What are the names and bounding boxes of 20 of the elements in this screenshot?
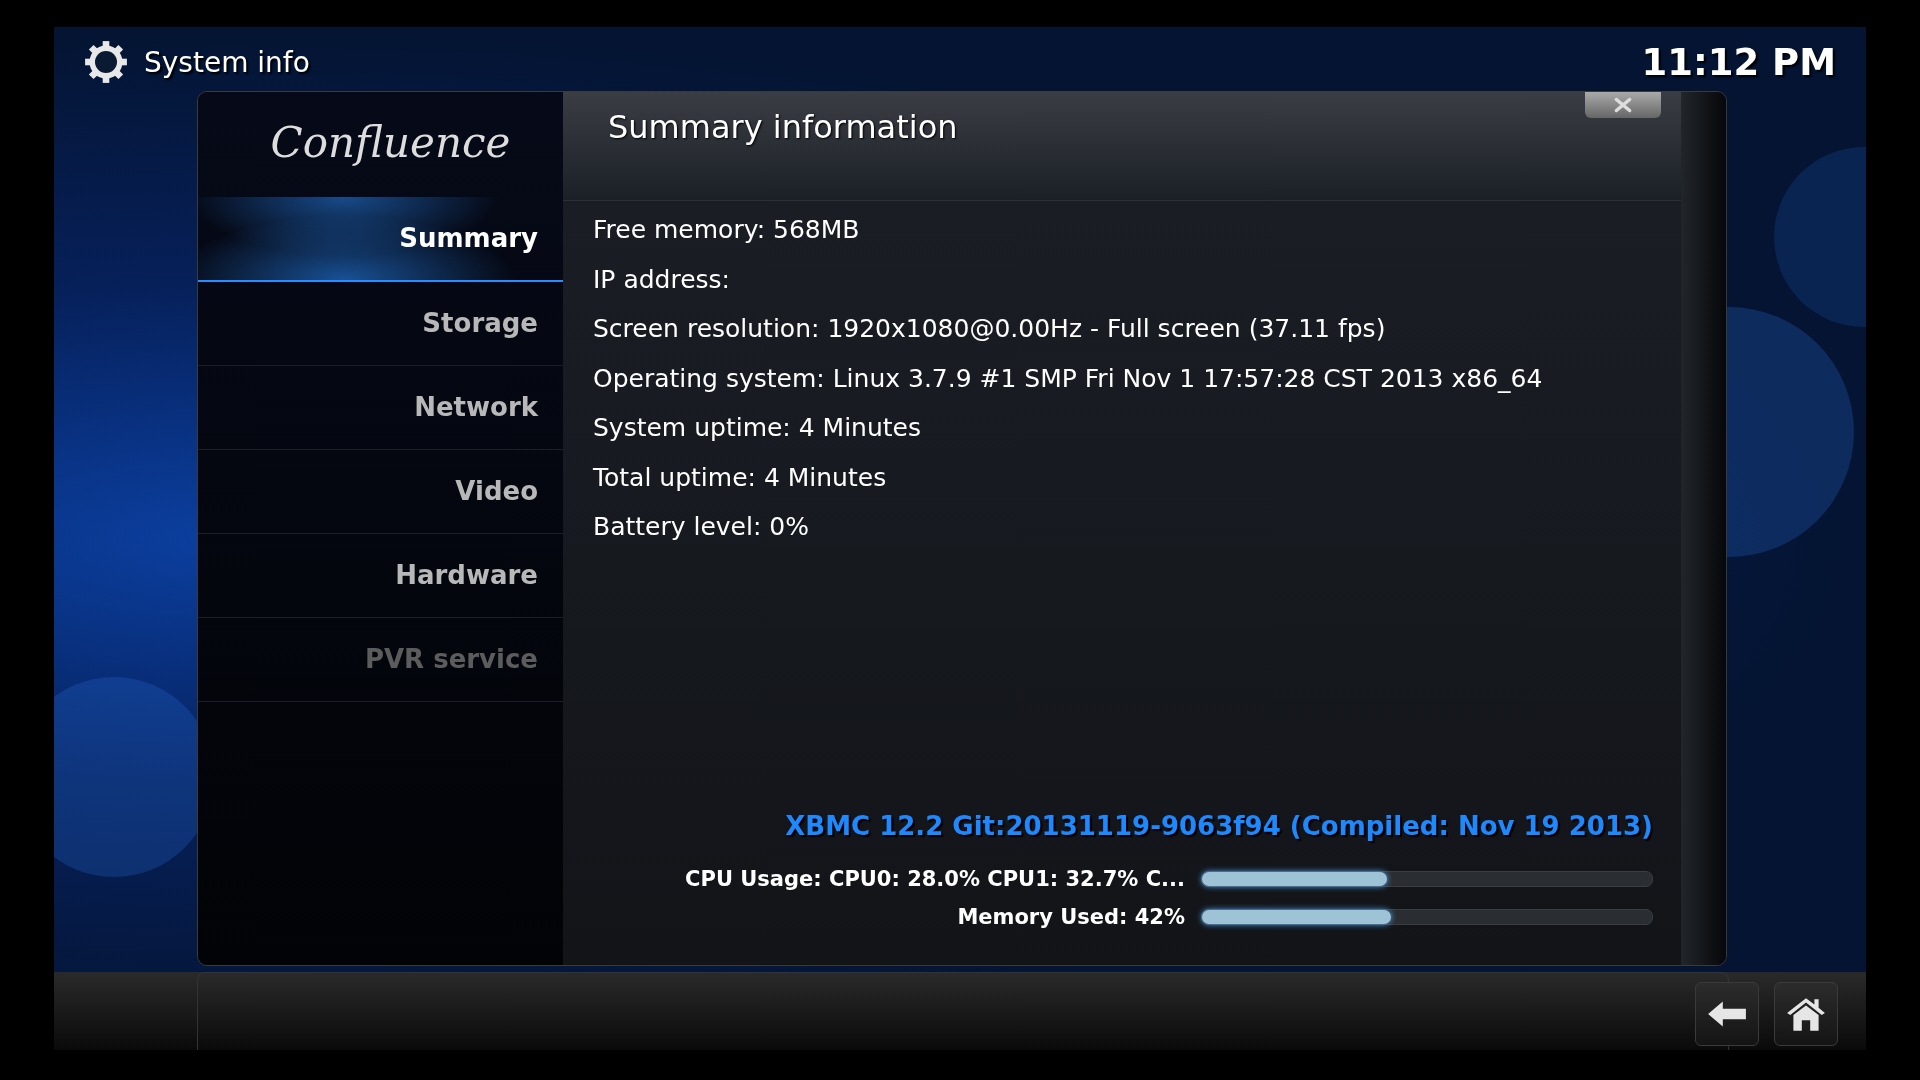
home-button[interactable]: [1774, 982, 1838, 1046]
sidebar-item[interactable]: Summary: [198, 197, 563, 282]
info-line: Operating system: Linux 3.7.9 #1 SMP Fri Nov 1 17:57:28 CST 2013 x86_64: [593, 362, 1544, 395]
meter-label: Memory Used: 42%: [957, 905, 1185, 929]
clock: 11:12 PM: [1641, 40, 1836, 84]
info-line: IP address:: [593, 263, 732, 296]
panel-title: Summary information: [608, 107, 958, 146]
logo: Confluence: [269, 117, 512, 169]
window-title: System info: [144, 45, 310, 79]
gear-icon: [84, 40, 128, 84]
info-line: Total uptime: 4 Minutes: [593, 461, 888, 494]
meter-label: CPU Usage: CPU0: 28.0% CPU1: 32.7% C...: [685, 867, 1185, 891]
back-button[interactable]: [1695, 982, 1759, 1046]
info-line: Free memory: 568MB: [593, 214, 861, 246]
close-icon: [1612, 97, 1634, 113]
info-line: Screen resolution: 1920x1080@0.00Hz - Full screen (37.11 fps): [593, 313, 1387, 345]
version-text: XBMC 12.2 Git:20131119-9063f94 (Compiled: Nov 19 2013): [784, 811, 1653, 841]
info-line: Battery level: 0%: [593, 511, 810, 543]
close-button[interactable]: [1585, 92, 1661, 118]
info-line: System uptime: 4 Minutes: [593, 412, 922, 444]
